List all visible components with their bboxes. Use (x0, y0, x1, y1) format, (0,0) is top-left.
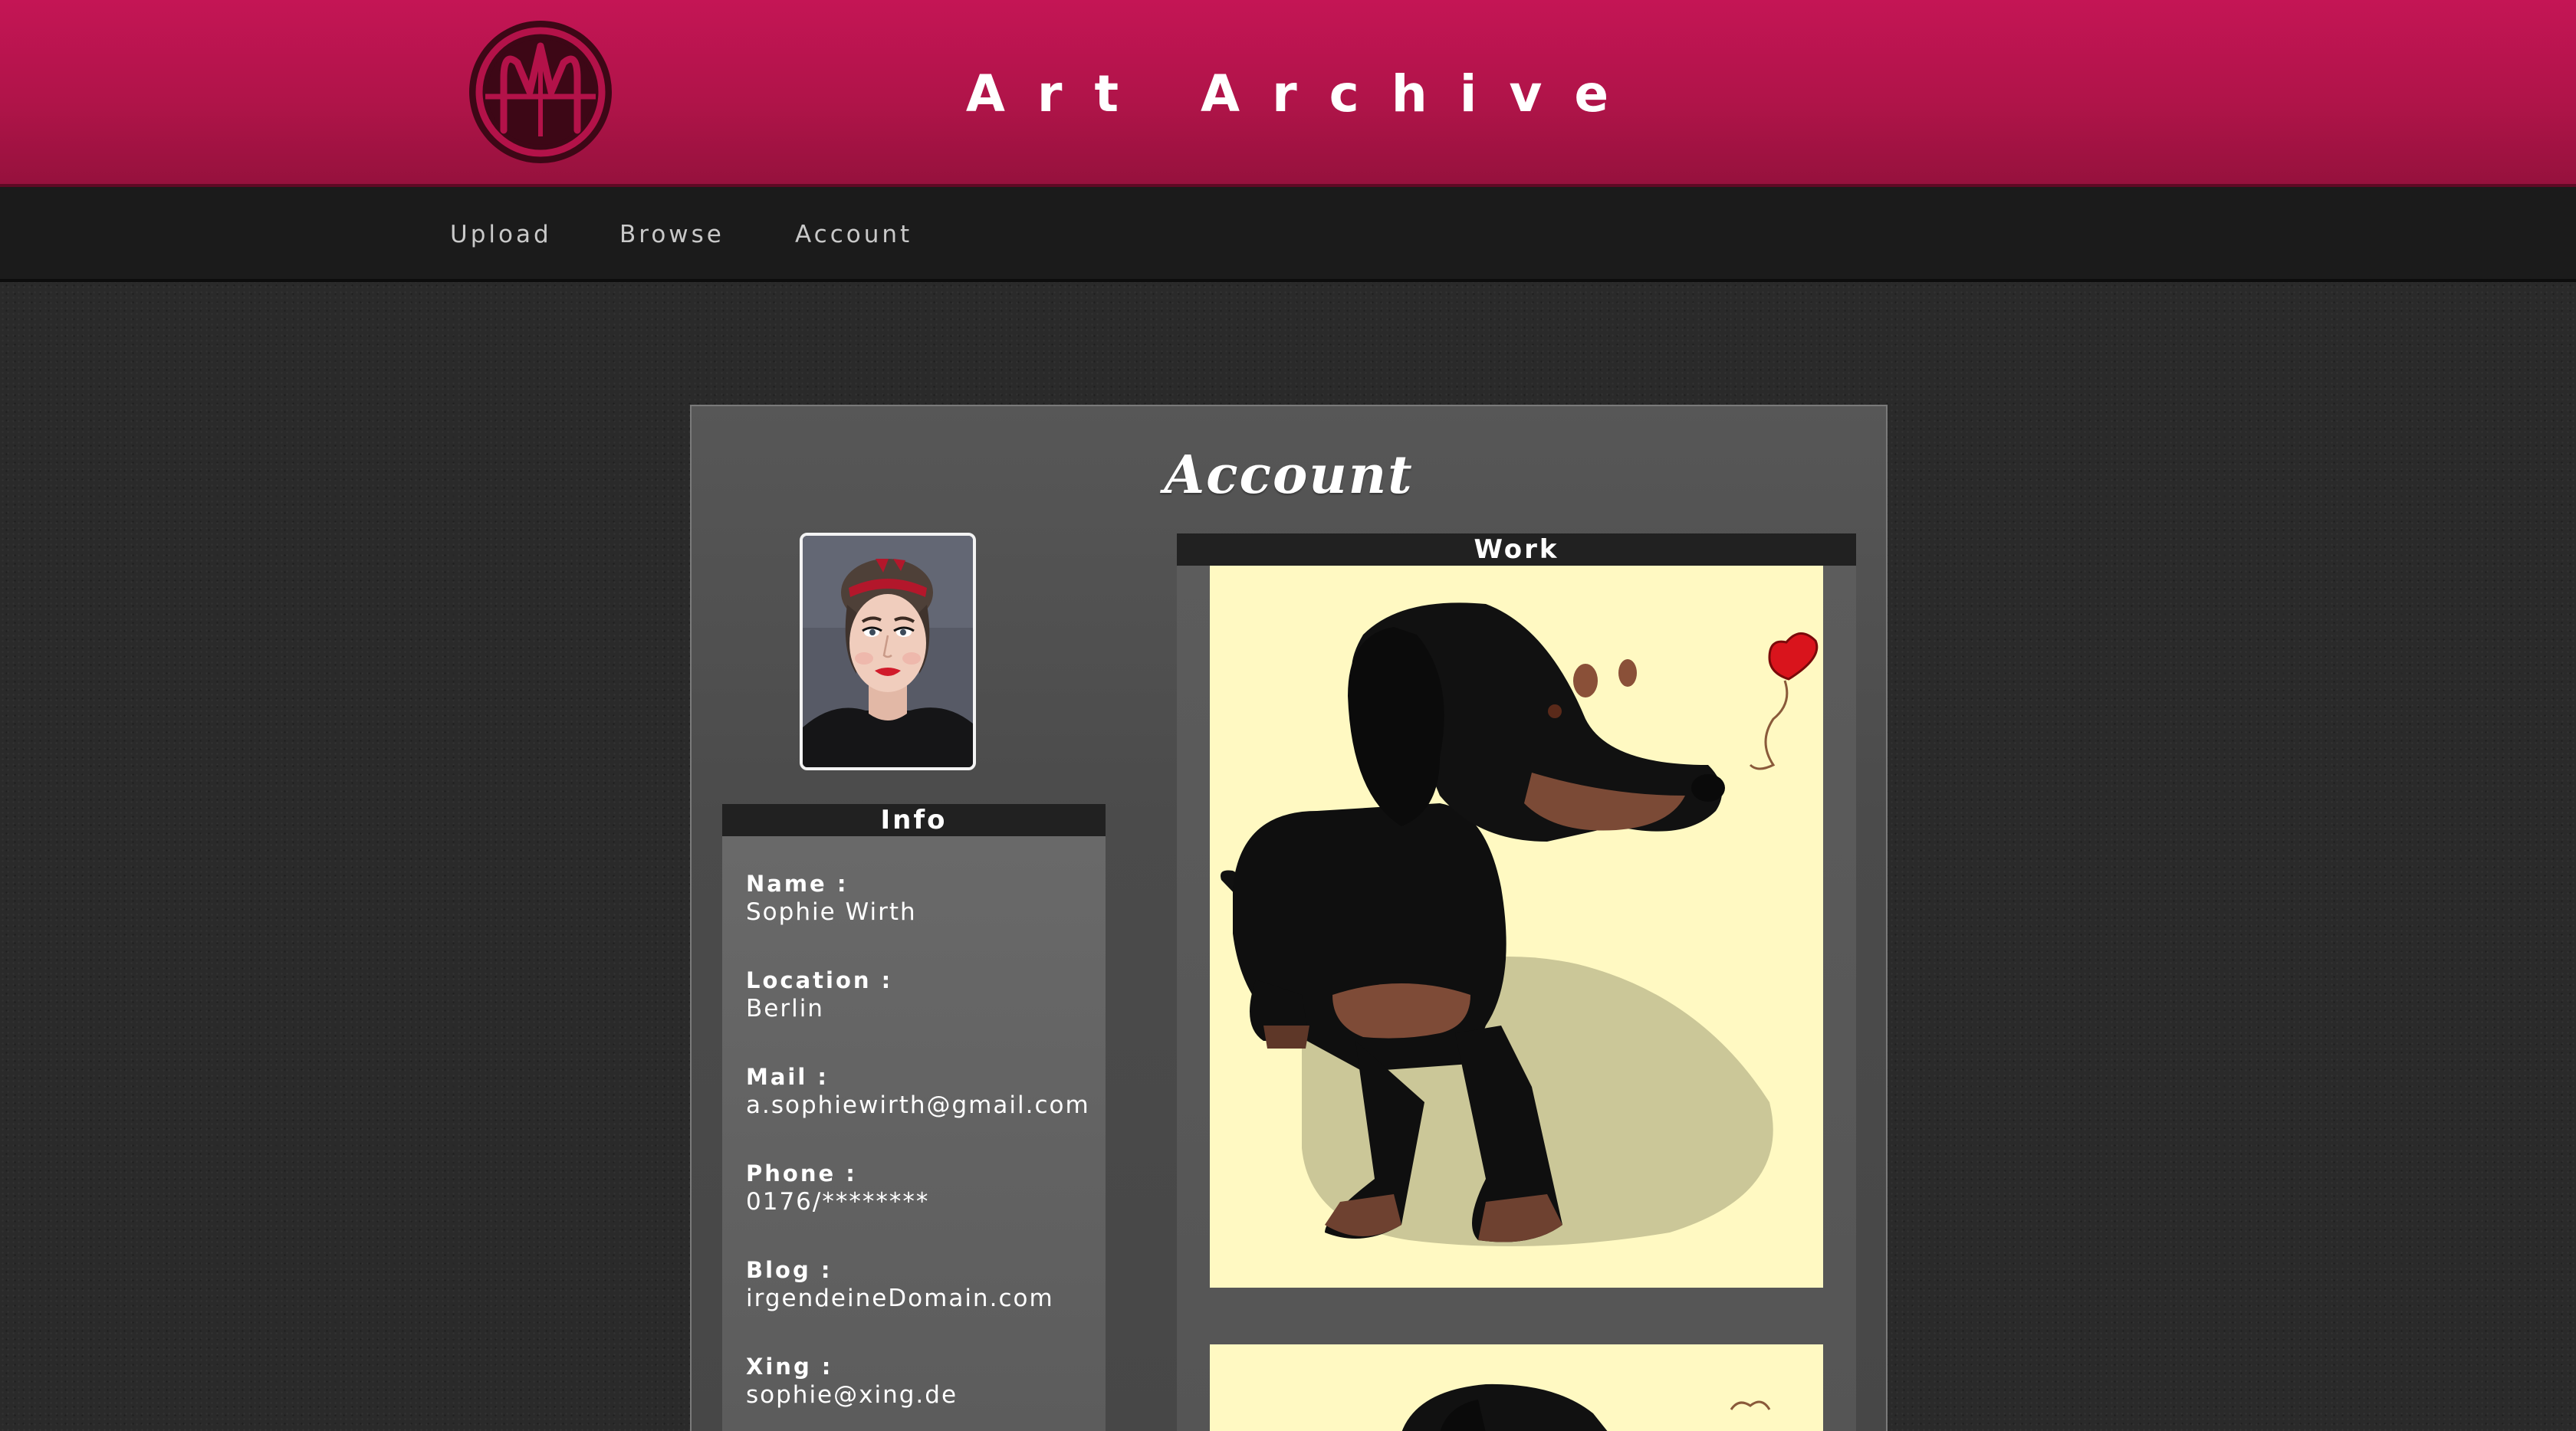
site-header: Art Archive (0, 0, 2576, 187)
dachshund-illustration-image (1210, 566, 1823, 1288)
info-label: Phone : (746, 1160, 857, 1186)
info-label: Mail : (746, 1064, 830, 1090)
info-value: Sophie Wirth (746, 898, 917, 926)
info-label: Name : (746, 871, 849, 897)
site-title: Art Archive (965, 64, 1641, 123)
info-item-location: Location : Berlin (746, 967, 1106, 1023)
info-list: Name : Sophie Wirth Location : Berlin Ma… (722, 836, 1106, 1410)
main-nav: Upload Browse Account (0, 187, 2576, 282)
info-value: a.sophiewirth@gmail.com (746, 1091, 1090, 1119)
page-title: Account (1164, 445, 1414, 506)
nav-item-account[interactable]: Account (795, 216, 912, 253)
info-item-name: Name : Sophie Wirth (746, 870, 1106, 927)
work-item[interactable] (1210, 566, 1823, 1288)
info-item-mail: Mail : a.sophiewirth@gmail.com (746, 1063, 1106, 1120)
work-heading: Work (1177, 533, 1856, 566)
info-value: sophie@xing.de (746, 1381, 958, 1409)
info-item-xing: Xing : sophie@xing.de (746, 1353, 1106, 1410)
info-value: Berlin (746, 995, 824, 1022)
info-heading: Info (722, 804, 1106, 836)
nav-item-upload[interactable]: Upload (450, 216, 552, 253)
info-section: Info Name : Sophie Wirth Location : Berl… (722, 804, 1106, 1431)
dachshund-illustration-image (1210, 1344, 1823, 1431)
info-label: Location : (746, 967, 893, 993)
work-section: Work (1177, 533, 1856, 1431)
avatar (800, 533, 976, 770)
info-value: 0176/******** (746, 1188, 930, 1216)
info-item-blog: Blog : irgendeineDomain.com (746, 1256, 1106, 1313)
nav-item-browse[interactable]: Browse (619, 216, 724, 253)
account-panel: Account Info Name: Sophie Wirth Locatio… (690, 405, 1888, 1431)
profile-photo-image (803, 536, 973, 767)
info-label: Blog : (746, 1257, 833, 1283)
info-value: irgendeineDomain.com (746, 1285, 1054, 1312)
info-label: Xing : (746, 1354, 833, 1380)
art-archive-logo-icon[interactable] (464, 15, 617, 169)
info-item-phone: Phone : 0176/******** (746, 1160, 1106, 1216)
work-item[interactable] (1210, 1344, 1823, 1431)
